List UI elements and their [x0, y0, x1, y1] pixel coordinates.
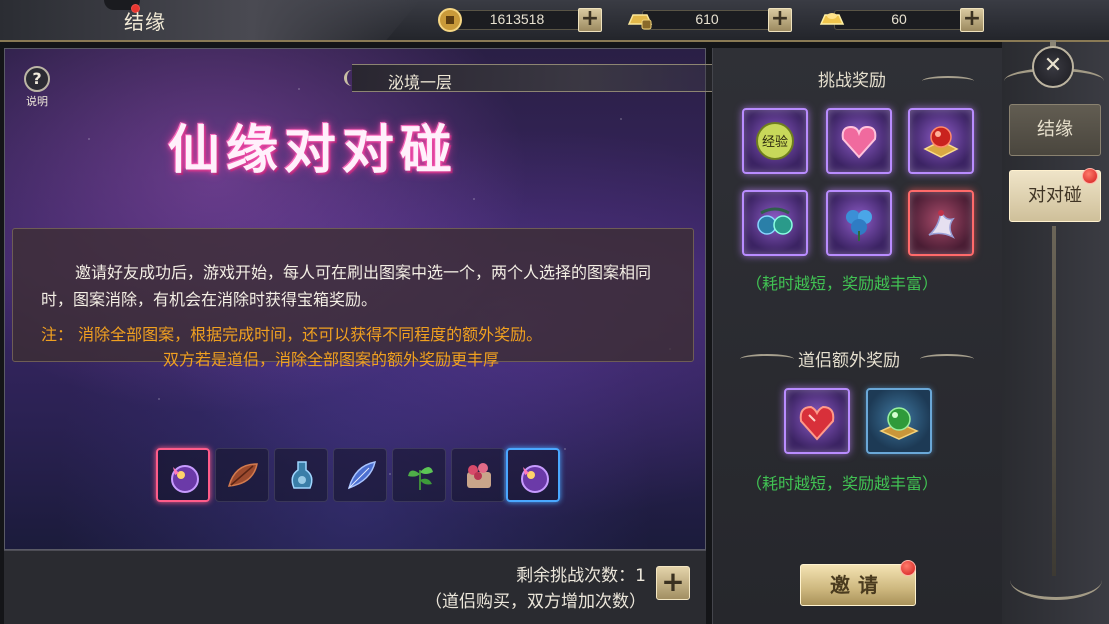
banner-ornament [344, 70, 374, 86]
herb-icon [408, 467, 433, 490]
red-pearl-icon [923, 126, 959, 158]
pattern-tile[interactable] [215, 448, 269, 502]
challenge-reward-note: （耗时越短，奖励越丰富） [746, 274, 939, 293]
page-title: 结缘 [124, 10, 166, 34]
reward-item[interactable] [908, 108, 974, 174]
tab-jieyuan[interactable]: 结缘 [1009, 104, 1101, 156]
game-title: 仙缘对对碰 [168, 120, 459, 181]
reward-item[interactable] [826, 190, 892, 256]
close-button[interactable]: ✕ [1032, 46, 1074, 88]
invite-alert-dot [900, 560, 916, 576]
note-line-2: 双方若是道侣，消除全部图案的额外奖励更丰厚 [163, 350, 500, 369]
title-flourish [920, 354, 974, 364]
tab-alert-dot [1082, 168, 1098, 184]
tab-bottom-ornament [1010, 560, 1102, 600]
floor-label: 泌境一层 [388, 73, 453, 92]
green-orb-icon [879, 407, 919, 440]
flower-icon [467, 463, 491, 488]
reward-item[interactable] [866, 388, 932, 454]
magic-orb-icon [521, 465, 549, 493]
experience-icon: 经验 [756, 122, 794, 160]
couple-rewards-title: 道侣额外奖励 [798, 351, 900, 371]
remaining-challenges: 剩余挑战次数：1 [516, 566, 646, 586]
description-box: 邀请好友成功后，游戏开始，每人可在刷出图案中选一个，两个人选择的图案相同时，图案… [12, 228, 694, 369]
magic-orb-icon [171, 465, 199, 493]
crane-spirit-icon [928, 208, 955, 239]
red-heart-gem-icon [799, 405, 835, 441]
coin-value: 1613518 [489, 11, 545, 27]
blue-flower-icon [846, 210, 872, 241]
title-plate [0, 0, 420, 40]
invite-button[interactable]: 邀请 [800, 564, 916, 606]
pattern-tile[interactable] [333, 448, 387, 502]
reward-item[interactable] [742, 190, 808, 256]
buy-challenges-button[interactable]: + [656, 566, 690, 600]
jade-orbs-icon [757, 207, 793, 235]
title-flourish [922, 76, 974, 86]
ingot-value: 60 [891, 11, 907, 27]
tab-rope-decoration [1052, 226, 1056, 576]
title-flourish [740, 354, 794, 364]
challenge-rewards-title: 挑战奖励 [818, 71, 886, 91]
pattern-tile[interactable] [451, 448, 505, 502]
close-icon: ✕ [1043, 53, 1063, 78]
reward-item[interactable]: 经验 [742, 108, 808, 174]
currency-ingot: 60 + [818, 7, 986, 33]
question-icon: ? [24, 66, 50, 92]
heart-icon [841, 125, 877, 159]
locked-ingot-value: 610 [695, 11, 719, 27]
add-coin-button[interactable]: + [578, 8, 602, 32]
help-label: 说明 [26, 95, 48, 108]
remaining-challenges-hint: （道侣购买，双方增加次数） [425, 592, 646, 612]
pattern-tile[interactable] [506, 448, 560, 502]
currency-coin: 1613518 + [436, 7, 604, 33]
reward-item[interactable] [784, 388, 850, 454]
currency-locked-ingot: 610 + [626, 7, 794, 33]
pattern-tile[interactable] [392, 448, 446, 502]
reward-item[interactable] [908, 190, 974, 256]
pattern-tile[interactable] [156, 448, 210, 502]
challenge-info-bar: 剩余挑战次数：1 （道侣购买，双方增加次数） [4, 550, 706, 624]
note-line-1: 注： 消除全部图案，根据完成时间，还可以获得不同程度的额外奖励。 [41, 325, 543, 344]
leaf-icon [227, 463, 258, 487]
potion-icon [291, 461, 313, 489]
add-ingot-button[interactable]: + [960, 8, 984, 32]
top-bar: 结缘 1613518 + 610 + 60 + [0, 0, 1109, 42]
reward-item[interactable] [826, 108, 892, 174]
svg-text:经验: 经验 [762, 134, 788, 150]
pattern-tile[interactable] [274, 448, 328, 502]
description-text: 邀请好友成功后，游戏开始，每人可在刷出图案中选一个，两个人选择的图案相同时，图案… [41, 263, 652, 309]
add-locked-ingot-button[interactable]: + [768, 8, 792, 32]
couple-reward-note: （耗时越短，奖励越丰富） [746, 474, 939, 493]
help-button[interactable]: ? 说明 [20, 66, 54, 108]
feather-icon [347, 461, 376, 490]
